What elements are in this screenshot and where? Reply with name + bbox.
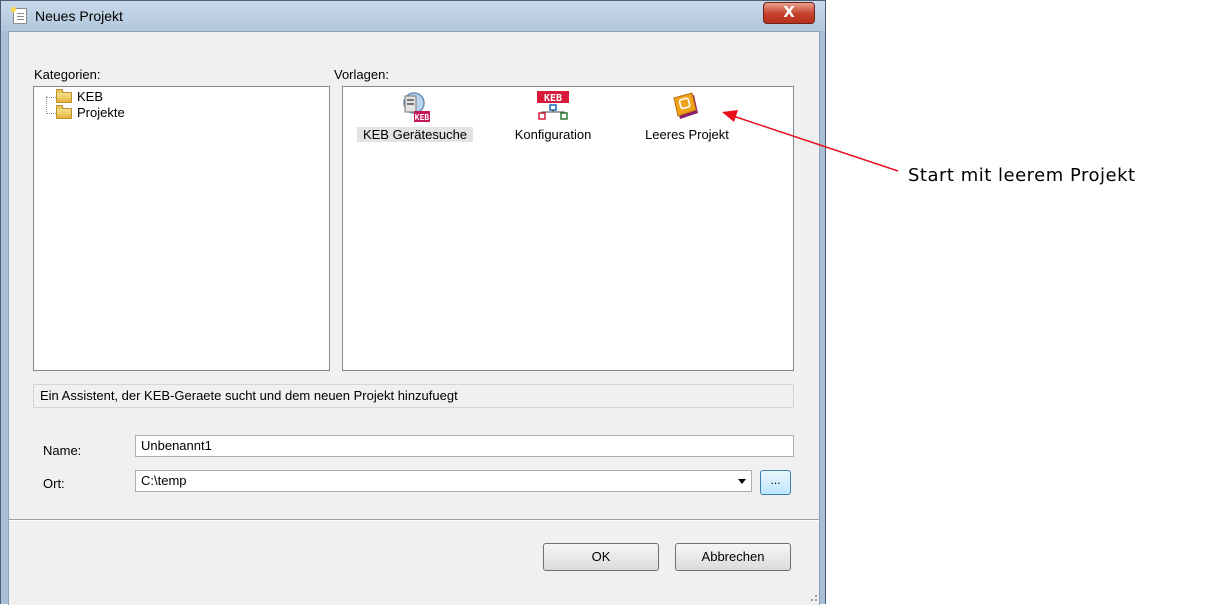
tree-item-label: KEB (77, 89, 104, 104)
location-label: Ort: (43, 476, 65, 491)
template-label: Konfiguration (514, 127, 592, 142)
folder-icon (56, 105, 72, 119)
template-description: Ein Assistent, der KEB-Geraete sucht und… (33, 384, 794, 408)
tree-connector (46, 113, 56, 114)
dialog-title: Neues Projekt (35, 8, 123, 24)
annotation-label: Start mit leerem Projekt (908, 165, 1136, 186)
tree-connector (46, 97, 56, 98)
categories-label: Kategorien: (34, 67, 101, 82)
new-document-icon (10, 6, 27, 24)
chevron-down-icon[interactable] (738, 479, 746, 484)
resize-grip[interactable] (806, 590, 818, 602)
folder-icon (56, 89, 72, 103)
cancel-button[interactable]: Abbrechen (675, 543, 791, 571)
svg-text:KEB: KEB (544, 93, 562, 104)
ok-button[interactable]: OK (543, 543, 659, 571)
browse-button[interactable]: ... (760, 470, 791, 495)
templates-label: Vorlagen: (334, 67, 389, 82)
name-label: Name: (43, 443, 82, 458)
close-button[interactable]: X (763, 2, 815, 24)
svg-text:KEB: KEB (415, 113, 430, 122)
configuration-icon: KEB (537, 91, 569, 120)
categories-tree[interactable]: KEB Projekte (33, 86, 330, 371)
dialog-content: Kategorien: Vorlagen: KEB Projekte KEB K… (8, 31, 820, 605)
template-configuration[interactable]: KEB Konfiguration (503, 89, 603, 145)
tree-connector (46, 96, 47, 114)
annotation-arrow (722, 110, 899, 172)
tree-item-label: Projekte (77, 105, 125, 120)
template-label: KEB Gerätesuche (357, 127, 473, 142)
location-combobox[interactable]: C:\temp (135, 470, 752, 492)
location-value: C:\temp (141, 473, 187, 488)
template-keb-device-search[interactable]: KEB KEB Gerätesuche (357, 89, 473, 145)
empty-project-icon (673, 92, 698, 119)
device-search-icon: KEB (403, 92, 430, 122)
title-bar[interactable]: Neues Projekt X (1, 1, 825, 31)
name-input[interactable]: Unbenannt1 (135, 435, 794, 457)
separator (9, 519, 819, 521)
